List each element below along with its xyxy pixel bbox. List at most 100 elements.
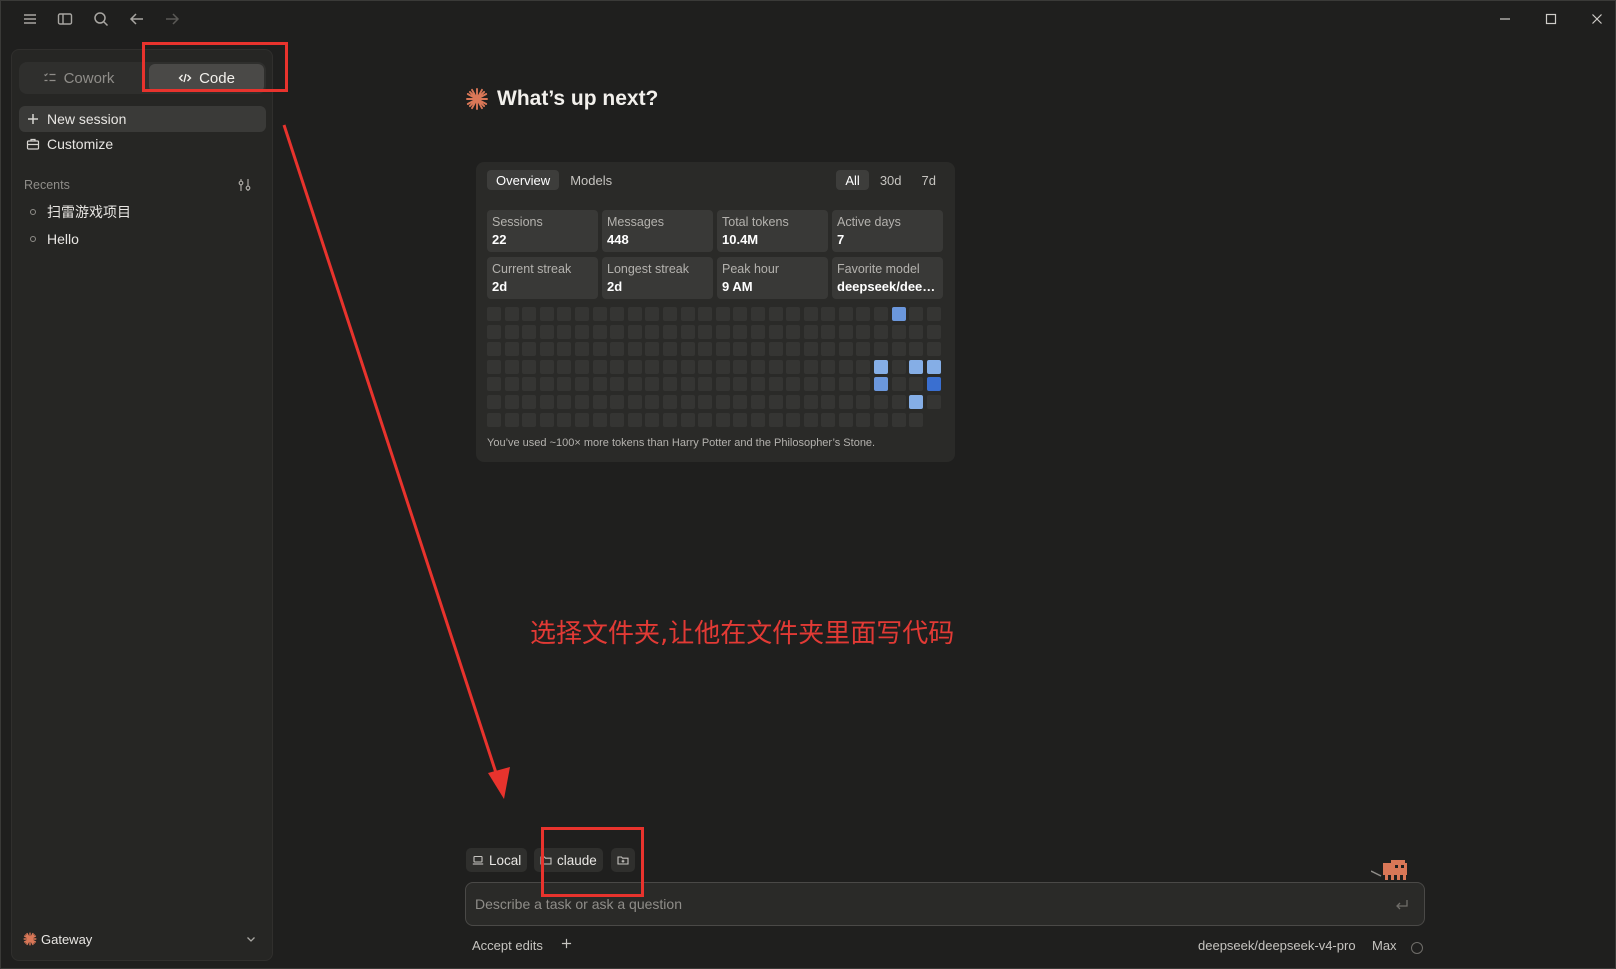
- heatmap-cell: [522, 412, 537, 427]
- tab-cowork[interactable]: Cowork: [21, 64, 136, 92]
- sidebar: Cowork Code New session Customize Recent…: [11, 49, 273, 961]
- menu-icon[interactable]: [20, 9, 40, 29]
- minimize-icon[interactable]: [1491, 7, 1519, 31]
- heatmap-cell: [838, 359, 853, 374]
- heatmap-cell: [645, 359, 660, 374]
- heatmap-cell: [627, 324, 642, 339]
- stat-label: Sessions: [492, 215, 543, 229]
- tab-overview[interactable]: Overview: [487, 170, 560, 190]
- claude-logo-icon: [19, 932, 41, 946]
- range-7d[interactable]: 7d: [913, 170, 945, 190]
- heatmap-cell: [856, 342, 871, 357]
- heatmap-cell: [926, 359, 941, 374]
- heatmap-cell: [821, 359, 836, 374]
- chevron-down-icon: [244, 932, 258, 946]
- heatmap-cell: [803, 324, 818, 339]
- heatmap-cell: [874, 377, 889, 392]
- enter-icon[interactable]: [1394, 897, 1410, 913]
- heatmap-cell: [891, 307, 906, 321]
- heatmap-cell: [592, 394, 607, 409]
- gateway-selector[interactable]: Gateway: [19, 926, 266, 952]
- heatmap-cell: [768, 394, 783, 409]
- heatmap-cell: [909, 307, 924, 321]
- heatmap-cell: [627, 412, 642, 427]
- heatmap-cell: [662, 342, 677, 357]
- heatmap-cell: [680, 342, 695, 357]
- recent-item[interactable]: 扫雷游戏项目: [19, 200, 266, 224]
- heatmap-cell: [680, 324, 695, 339]
- tab-models[interactable]: Models: [561, 170, 621, 190]
- stat-value: 10.4M: [722, 232, 759, 247]
- stat-active-days: Active days 7: [832, 210, 943, 252]
- heatmap-cell: [592, 377, 607, 392]
- model-selector[interactable]: deepseek/deepseek-v4-pro: [1198, 938, 1356, 953]
- heatmap-cell: [838, 324, 853, 339]
- heatmap-cell: [733, 359, 748, 374]
- heatmap-cell: [838, 394, 853, 409]
- heatmap-cell: [715, 324, 730, 339]
- accept-edits-button[interactable]: Accept edits: [472, 938, 543, 953]
- gateway-label: Gateway: [41, 931, 93, 947]
- heatmap-cell: [557, 359, 572, 374]
- environment-label: Local: [489, 852, 522, 868]
- customize-button[interactable]: Customize: [19, 131, 266, 157]
- heatmap-cell: [610, 377, 625, 392]
- back-arrow-icon[interactable]: [127, 9, 147, 29]
- heatmap-cell: [522, 342, 537, 357]
- heatmap-cell: [874, 324, 889, 339]
- heatmap-cell: [786, 307, 801, 321]
- new-session-label: New session: [47, 111, 127, 127]
- heatmap-cell: [891, 342, 906, 357]
- heatmap-cell: [539, 377, 554, 392]
- heatmap-cell: [662, 394, 677, 409]
- heatmap-cell: [926, 394, 941, 409]
- heatmap-cell: [803, 359, 818, 374]
- stat-grid: Sessions 22 Messages 448 Total tokens 10.4M…: [487, 210, 943, 299]
- environment-chip[interactable]: Local: [466, 848, 528, 872]
- recent-item[interactable]: Hello: [19, 227, 266, 251]
- heatmap-cell: [838, 342, 853, 357]
- highlight-box-code-tab: [142, 42, 288, 92]
- stat-value: 7: [837, 232, 845, 247]
- heatmap-cell: [680, 412, 695, 427]
- heatmap-cell: [487, 342, 501, 357]
- maximize-icon[interactable]: [1537, 7, 1565, 31]
- stat-label: Current streak: [492, 262, 572, 276]
- effort-label: Max: [1372, 938, 1397, 953]
- heatmap-cell: [522, 359, 537, 374]
- close-icon[interactable]: [1583, 7, 1611, 31]
- heatmap-cell: [487, 359, 501, 374]
- heatmap-cell: [574, 377, 589, 392]
- heatmap-cell: [909, 412, 924, 427]
- range-all[interactable]: All: [836, 170, 869, 190]
- heatmap-cell: [891, 412, 906, 427]
- heatmap-cell: [856, 412, 871, 427]
- heatmap-cell: [750, 394, 765, 409]
- heatmap-cell: [768, 412, 783, 427]
- heatmap-cell: [539, 324, 554, 339]
- heatmap-cell: [750, 324, 765, 339]
- heatmap-cell: [803, 342, 818, 357]
- heatmap-cell: [574, 342, 589, 357]
- heatmap-cell: [662, 359, 677, 374]
- new-session-button[interactable]: New session: [19, 106, 266, 132]
- context-usage-indicator: [1411, 942, 1423, 954]
- range-selector: All 30d 7d: [836, 170, 945, 190]
- forward-arrow-icon[interactable]: [162, 9, 182, 29]
- heatmap-cell: [662, 324, 677, 339]
- heatmap-cell: [768, 324, 783, 339]
- heatmap-cell: [592, 342, 607, 357]
- range-30d[interactable]: 30d: [871, 170, 911, 190]
- heatmap-cell: [715, 359, 730, 374]
- add-attachment-button[interactable]: [559, 938, 573, 949]
- heatmap-cell: [856, 394, 871, 409]
- sidebar-toggle-icon[interactable]: [55, 9, 75, 29]
- heatmap-cell: [926, 377, 941, 392]
- heatmap-cell: [504, 394, 519, 409]
- search-icon[interactable]: [91, 9, 111, 29]
- heatmap-cell: [504, 377, 519, 392]
- heatmap-cell: [680, 377, 695, 392]
- heatmap-cell: [574, 324, 589, 339]
- filter-icon[interactable]: [237, 177, 253, 193]
- effort-selector[interactable]: Max: [1372, 938, 1397, 953]
